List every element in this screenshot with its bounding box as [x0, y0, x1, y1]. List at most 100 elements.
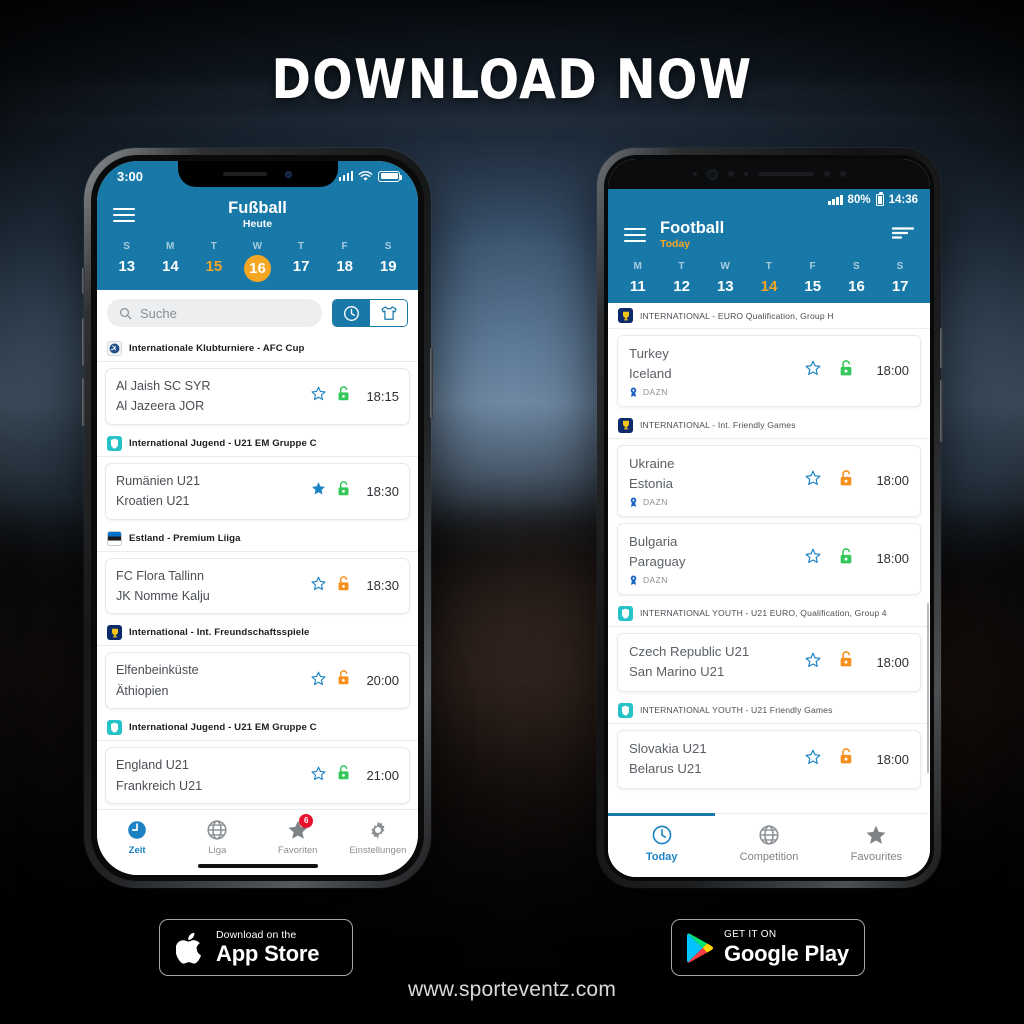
- lock-indicator[interactable]: [337, 765, 350, 786]
- league-header[interactable]: INTERNATIONAL - Int. Friendly Games: [608, 413, 930, 439]
- star-outline-icon[interactable]: [805, 360, 821, 376]
- android-match-list[interactable]: INTERNATIONAL - EURO Qualification, Grou…: [608, 303, 930, 813]
- star-outline-icon[interactable]: [311, 671, 326, 686]
- favourite-star[interactable]: [311, 576, 326, 596]
- favourite-star[interactable]: [311, 766, 326, 786]
- date-item[interactable]: S 17: [878, 261, 922, 295]
- tab-favoriten[interactable]: Favoriten 6: [258, 814, 338, 856]
- tab-favourites[interactable]: Favourites: [823, 824, 930, 863]
- lock-green-icon[interactable]: [337, 386, 350, 402]
- sensor-icon: [839, 171, 846, 177]
- date-item-selected[interactable]: W 16: [236, 241, 280, 282]
- date-item[interactable]: M 14: [149, 241, 193, 282]
- match-row[interactable]: Al Jaish SC SYR Al Jazeera JOR 18:15: [105, 368, 410, 425]
- lock-green-icon[interactable]: [337, 480, 350, 497]
- date-item[interactable]: S 13: [105, 241, 149, 282]
- hamburger-menu-icon[interactable]: [624, 227, 646, 243]
- favourite-star[interactable]: [311, 671, 326, 691]
- league-header[interactable]: International Jugend - U21 EM Gruppe C: [97, 715, 418, 742]
- league-header[interactable]: INTERNATIONAL - EURO Qualification, Grou…: [608, 303, 930, 329]
- toggle-by-time[interactable]: [333, 300, 370, 326]
- favourite-star[interactable]: [805, 548, 821, 569]
- scrollbar[interactable]: [926, 603, 929, 773]
- star-filled-icon[interactable]: [311, 481, 326, 496]
- lock-indicator[interactable]: [839, 748, 853, 770]
- favourite-star[interactable]: [805, 470, 821, 491]
- lock-indicator[interactable]: [839, 360, 853, 382]
- lock-indicator[interactable]: [839, 547, 853, 570]
- date-item[interactable]: F 18: [323, 241, 367, 282]
- lock-orange-icon[interactable]: [839, 470, 853, 487]
- match-row[interactable]: Slovakia U21 Belarus U21 18:00: [617, 729, 921, 789]
- league-header[interactable]: Internationale Klubturniere - AFC Cup: [97, 336, 418, 362]
- ios-match-list[interactable]: Internationale Klubturniere - AFC Cup Al…: [97, 336, 418, 804]
- google-play-big-text: Google Play: [724, 941, 849, 966]
- lock-indicator[interactable]: [337, 575, 350, 597]
- tab-competition[interactable]: Competition: [715, 824, 822, 863]
- date-item-selected[interactable]: T 14: [747, 261, 791, 295]
- day-number: 14: [760, 278, 778, 295]
- lock-indicator[interactable]: [337, 480, 350, 502]
- sort-filter-icon[interactable]: [891, 226, 915, 245]
- date-item[interactable]: S 19: [366, 241, 410, 282]
- date-item[interactable]: T 17: [279, 241, 323, 282]
- match-row[interactable]: Ukraine Estonia DAZN 18:00: [617, 444, 921, 517]
- match-row[interactable]: Bulgaria Paraguay DAZN 18:00: [617, 522, 921, 595]
- match-row[interactable]: Rumänien U21 Kroatien U21 18:30: [105, 462, 410, 520]
- favourite-star[interactable]: [311, 386, 326, 406]
- lock-indicator[interactable]: [337, 670, 350, 691]
- google-play-button[interactable]: GET IT ON Google Play: [671, 919, 865, 976]
- lock-green-icon[interactable]: [839, 360, 853, 377]
- star-outline-icon[interactable]: [805, 470, 821, 486]
- date-item[interactable]: T 15: [192, 241, 236, 282]
- match-row[interactable]: Elfenbeinküste Äthiopien 20:00: [105, 652, 410, 710]
- date-item[interactable]: F 15: [791, 261, 835, 295]
- lock-orange-icon[interactable]: [337, 670, 350, 686]
- star-outline-icon[interactable]: [311, 386, 326, 401]
- app-store-button[interactable]: Download on the App Store: [159, 919, 353, 976]
- star-outline-icon[interactable]: [311, 576, 326, 591]
- date-item[interactable]: T 12: [660, 261, 704, 295]
- globe-icon: [759, 825, 779, 845]
- lock-orange-icon[interactable]: [337, 575, 350, 592]
- league-header[interactable]: INTERNATIONAL YOUTH - U21 Friendly Games: [608, 698, 930, 724]
- day-of-week: S: [384, 241, 392, 252]
- league-header[interactable]: International - Int. Freundschaftsspiele: [97, 620, 418, 647]
- star-outline-icon[interactable]: [805, 548, 821, 564]
- date-item[interactable]: M 11: [616, 261, 660, 295]
- match-row[interactable]: FC Flora Tallinn JK Nomme Kalju 18:30: [105, 557, 410, 615]
- lock-orange-icon[interactable]: [839, 748, 853, 765]
- league-header[interactable]: INTERNATIONAL YOUTH - U21 EURO, Qualific…: [608, 601, 930, 627]
- tab-liga[interactable]: Liga: [177, 818, 257, 856]
- league-header[interactable]: International Jugend - U21 EM Gruppe C: [97, 431, 418, 457]
- match-row[interactable]: Czech Republic U21 San Marino U21 18:00: [617, 632, 921, 692]
- match-actions: 18:00: [805, 360, 909, 382]
- lock-indicator[interactable]: [839, 470, 853, 492]
- lock-indicator[interactable]: [337, 386, 350, 407]
- android-tab-bar[interactable]: Today Competition Favourites: [608, 813, 930, 877]
- favourite-star[interactable]: [311, 481, 326, 501]
- star-outline-icon[interactable]: [311, 766, 326, 781]
- favourite-star[interactable]: [805, 360, 821, 381]
- tab-zeit[interactable]: Zeit: [97, 818, 177, 856]
- lock-orange-icon[interactable]: [839, 651, 853, 668]
- tab-today[interactable]: Today: [608, 824, 715, 863]
- tab-einstellungen[interactable]: Einstellungen: [338, 818, 418, 856]
- date-item[interactable]: S 16: [835, 261, 879, 295]
- lock-green-icon[interactable]: [337, 765, 350, 781]
- star-outline-icon[interactable]: [805, 749, 821, 765]
- star-outline-icon[interactable]: [805, 652, 821, 668]
- view-toggle[interactable]: [332, 299, 408, 327]
- favourite-star[interactable]: [805, 749, 821, 770]
- match-row[interactable]: Turkey Iceland DAZN 18:00: [617, 335, 921, 407]
- lock-indicator[interactable]: [839, 651, 853, 673]
- hamburger-menu-icon[interactable]: [113, 207, 135, 223]
- league-header[interactable]: Estland - Premium Liiga: [97, 526, 418, 552]
- match-row[interactable]: England U21 Frankreich U21 21:00: [105, 747, 410, 804]
- favourite-star[interactable]: [805, 652, 821, 673]
- lock-green-icon[interactable]: [839, 547, 853, 565]
- toggle-by-competition[interactable]: [370, 300, 407, 326]
- date-item[interactable]: W 13: [703, 261, 747, 295]
- search-input[interactable]: Suche: [107, 299, 322, 327]
- front-camera-icon: [285, 170, 292, 178]
